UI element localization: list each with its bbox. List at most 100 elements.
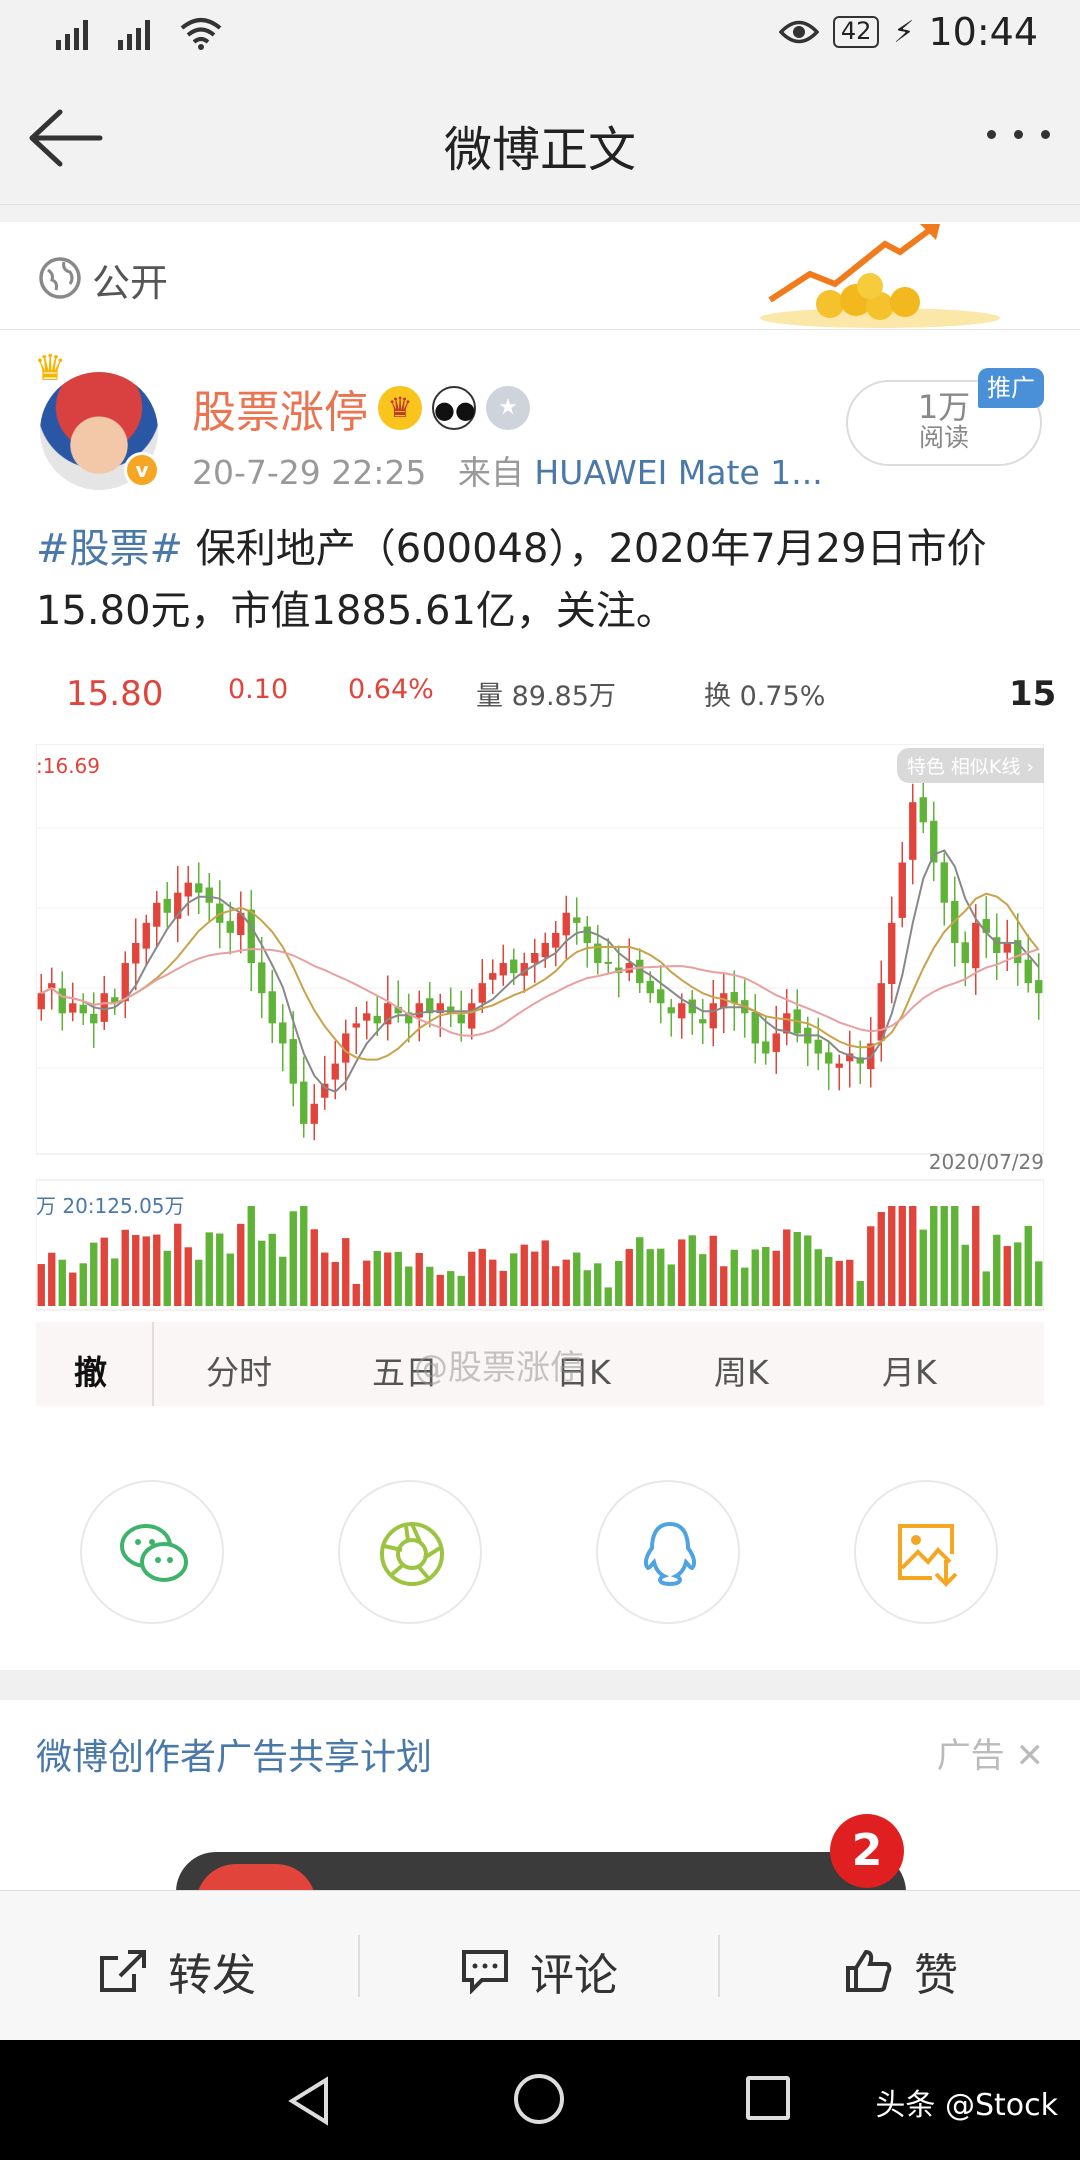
nav-home-icon[interactable] xyxy=(514,2074,564,2124)
volume-bar xyxy=(814,1249,822,1306)
volume-bar xyxy=(90,1242,98,1306)
close-icon[interactable]: ✕ xyxy=(1016,1736,1045,1776)
volume-bar xyxy=(604,1287,612,1306)
medal-badge-icon[interactable]: ★ xyxy=(486,386,530,430)
signal-indicators xyxy=(56,16,222,50)
stock-quote-row[interactable]: 15.80 0.10 0.64% 量 89.85万 换 0.75% 15 xyxy=(36,674,1080,730)
repost-button[interactable]: 转发 xyxy=(98,1939,256,2003)
share-qq-button[interactable] xyxy=(596,1480,740,1624)
share-moments-button[interactable] xyxy=(338,1480,482,1624)
candle-body xyxy=(363,1013,371,1021)
like-button[interactable]: 赞 xyxy=(844,1939,958,2003)
volume-bar xyxy=(405,1266,413,1306)
signal-icon xyxy=(56,16,88,50)
visibility-label: 公开 xyxy=(92,261,169,305)
tab-weekly-k[interactable]: 周K xyxy=(714,1346,769,1394)
volume-bar xyxy=(846,1259,854,1306)
similar-kline-tag[interactable]: 特色 相似K线 › xyxy=(896,748,1044,783)
nav-back-icon[interactable] xyxy=(286,2076,332,2126)
volume-bar xyxy=(1035,1261,1043,1306)
action-bar: 转发 评论 赞 xyxy=(0,1890,1080,2040)
candle-body xyxy=(310,1103,318,1124)
comment-label: 评论 xyxy=(530,1950,618,2001)
volume-bar xyxy=(888,1206,896,1306)
ad-close[interactable]: 广告 ✕ xyxy=(937,1728,1044,1777)
candle-body xyxy=(1035,980,1043,994)
candle-body xyxy=(762,1041,770,1054)
volume-bar xyxy=(300,1206,308,1306)
candle-body xyxy=(79,1004,87,1014)
volume-label: 万 20:125.05万 xyxy=(36,1194,185,1218)
post-source[interactable]: HUAWEI Mate 1... xyxy=(534,453,822,492)
candle-body xyxy=(457,1014,465,1024)
repost-label: 转发 xyxy=(168,1950,256,2001)
volume-bar xyxy=(384,1252,392,1306)
notification-badge[interactable]: 2 xyxy=(830,1814,904,1888)
candle-body xyxy=(69,1003,77,1013)
visibility-row: 公开 xyxy=(0,222,1080,330)
tab-cancel-container: 撤 xyxy=(36,1322,154,1406)
comment-button[interactable]: 评论 xyxy=(460,1939,618,2003)
volume-bar xyxy=(741,1267,749,1306)
tab-cancel[interactable]: 撤 xyxy=(74,1346,107,1394)
wifi-icon xyxy=(180,18,222,50)
tab-intraday[interactable]: 分时 xyxy=(206,1346,272,1394)
volume-bar xyxy=(751,1249,759,1306)
candle-body xyxy=(289,1039,297,1084)
hashtag-link[interactable]: #股票# xyxy=(36,526,183,572)
tab-monthly-k[interactable]: 月K xyxy=(882,1346,937,1394)
volume-bar xyxy=(678,1239,686,1306)
ad-header[interactable]: 微博创作者广告共享计划 广告 ✕ xyxy=(0,1700,1080,1810)
author-avatar[interactable]: ♛ v xyxy=(34,348,160,490)
volume-bar xyxy=(646,1249,654,1306)
vip-crown-icon[interactable]: ♛ xyxy=(378,386,422,430)
nav-recent-apps-icon[interactable] xyxy=(746,2076,790,2120)
panda-badge-icon[interactable]: ●● xyxy=(432,386,476,430)
battery-level: 42 xyxy=(832,16,880,48)
candle-body xyxy=(961,942,969,964)
volume-bar xyxy=(709,1235,717,1306)
author-name[interactable]: 股票涨停 xyxy=(192,376,368,440)
repost-icon xyxy=(100,1950,146,1992)
volume-bar xyxy=(877,1211,885,1306)
globe-icon xyxy=(39,257,81,299)
candle-body xyxy=(247,909,255,964)
author-name-row[interactable]: 股票涨停 ♛ ●● ★ xyxy=(192,376,530,440)
kline-chart[interactable]: :16.69 特色 相似K线 › 2020/07/29 万 20:125.05万 xyxy=(36,744,1044,1410)
divider xyxy=(718,1935,720,1997)
candle-body xyxy=(153,902,161,927)
volume-bar xyxy=(352,1283,360,1306)
post-meta: 20-7-29 22:25 来自 HUAWEI Mate 1... xyxy=(192,446,823,494)
volume-bar xyxy=(657,1248,665,1306)
volume-bar xyxy=(720,1266,728,1306)
candle-body xyxy=(300,1081,308,1124)
divider xyxy=(0,204,1080,222)
volume-bar xyxy=(562,1259,570,1306)
eye-comfort-icon xyxy=(778,20,819,44)
ad-title[interactable]: 微博创作者广告共享计划 xyxy=(36,1728,432,1780)
volume-bar xyxy=(258,1240,266,1306)
volume-bar xyxy=(552,1266,560,1306)
signal-icon xyxy=(118,16,150,50)
volume-bar xyxy=(247,1206,255,1306)
charging-icon: ⚡ xyxy=(893,14,915,50)
kline-svg[interactable] xyxy=(36,744,1044,1314)
candle-body xyxy=(195,883,203,893)
more-options-icon[interactable] xyxy=(987,130,1050,139)
section-divider xyxy=(0,1670,1080,1700)
chart-date-label: 2020/07/29 xyxy=(928,1150,1044,1174)
promo-badge[interactable]: 推广 xyxy=(978,368,1044,408)
source-prefix: 来自 xyxy=(457,453,524,492)
volume-bar xyxy=(415,1252,423,1306)
volume-bar xyxy=(268,1233,276,1306)
volume-bar xyxy=(919,1229,927,1306)
save-image-button[interactable] xyxy=(854,1480,998,1624)
share-wechat-button[interactable] xyxy=(80,1480,224,1624)
candle-body xyxy=(972,922,980,969)
candle-body xyxy=(132,942,140,964)
save-image-icon xyxy=(898,1524,958,1587)
candle-body xyxy=(489,973,497,980)
volume-bar xyxy=(478,1248,486,1306)
volume-bar xyxy=(615,1260,623,1306)
verified-badge-icon: v xyxy=(124,452,160,488)
